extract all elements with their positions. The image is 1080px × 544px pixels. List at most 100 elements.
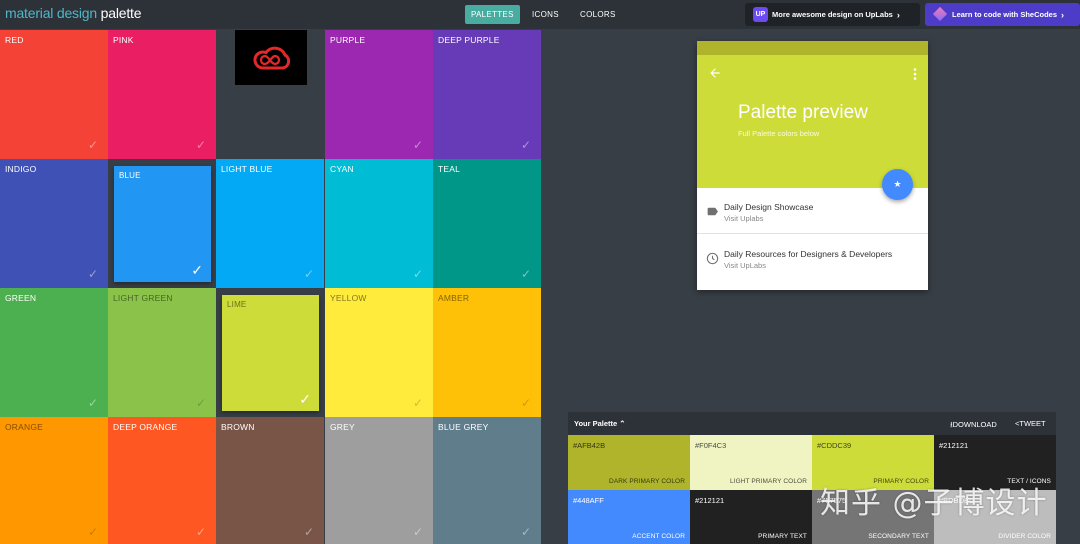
download-button[interactable]: ⭳DOWNLOAD: [950, 419, 997, 432]
shecodes-promo-button[interactable]: Learn to code with SheCodes ›: [925, 3, 1080, 26]
check-icon: ✓: [412, 138, 423, 152]
swatch-role-label: SECONDARY TEXT: [868, 533, 929, 540]
swatch-role-label: LIGHT PRIMARY COLOR: [729, 478, 807, 485]
swatch-role-label: DIVIDER COLOR: [998, 533, 1051, 540]
swatch-role-label: DARK PRIMARY COLOR: [609, 478, 685, 485]
check-icon: ✓: [195, 138, 206, 152]
color-name-label: BLUE GREY: [438, 422, 489, 432]
preview-subtitle: Full Palette colors below: [738, 129, 820, 138]
check-icon: ✓: [87, 525, 98, 539]
tab-colors[interactable]: COLORS: [574, 5, 622, 24]
chevron-right-icon: ›: [896, 9, 900, 20]
color-cell-indigo[interactable]: INDIGO ✓: [0, 159, 108, 288]
swatch-hex-value: #CDDC39: [817, 441, 852, 450]
check-icon: ✓: [520, 396, 531, 410]
color-cell-pink[interactable]: PINK ✓: [108, 30, 216, 159]
color-cell-lime[interactable]: LIME ✓: [216, 288, 324, 417]
color-name-label: DEEP PURPLE: [438, 35, 500, 45]
check-icon: ✓: [520, 525, 531, 539]
color-cell-light-green[interactable]: LIGHT GREEN ✓: [108, 288, 216, 417]
palette-swatch[interactable]: #F0F4C3 LIGHT PRIMARY COLOR: [690, 435, 812, 490]
color-cell-grey[interactable]: GREY ✓: [325, 417, 433, 544]
color-cell-yellow[interactable]: YELLOW ✓: [325, 288, 433, 417]
color-name-label: LIGHT BLUE: [221, 164, 273, 174]
selected-color-card[interactable]: BLUE ✓: [114, 166, 211, 282]
palette-swatch[interactable]: #212121 PRIMARY TEXT: [690, 490, 812, 544]
check-icon: ✓: [191, 262, 203, 278]
color-cell-purple[interactable]: PURPLE ✓: [325, 30, 433, 159]
list-item[interactable]: Daily Design Showcase Visit Uplabs: [697, 188, 928, 234]
color-cell-deep-orange[interactable]: DEEP ORANGE ✓: [108, 417, 216, 544]
more-vert-icon[interactable]: [913, 68, 917, 80]
list-item-subtitle: Visit Uplabs: [724, 214, 764, 223]
palette-preview-card: Palette preview Full Palette colors belo…: [697, 41, 928, 290]
color-cell-blue-grey[interactable]: BLUE GREY ✓: [433, 417, 541, 544]
selected-color-card[interactable]: LIME ✓: [222, 295, 319, 411]
check-icon: ✓: [299, 391, 311, 407]
list-item[interactable]: Daily Resources for Designers & Develope…: [697, 235, 928, 281]
watermark-text: 知乎 @子博设计: [820, 486, 1048, 521]
color-cell-green[interactable]: GREEN ✓: [0, 288, 108, 417]
color-cell-brown[interactable]: BROWN ✓: [216, 417, 324, 544]
arrow-back-icon[interactable]: [708, 66, 722, 80]
preview-status-bar: [697, 41, 928, 55]
preview-title: Palette preview: [738, 102, 868, 123]
color-cell-orange[interactable]: ORANGE ✓: [0, 417, 108, 544]
shecodes-promo-label: Learn to code with SheCodes: [952, 10, 1058, 19]
adobe-ad-cell: [216, 30, 324, 159]
tab-icons[interactable]: ICONS: [526, 5, 565, 24]
color-cell-amber[interactable]: AMBER ✓: [433, 288, 541, 417]
adobe-creative-cloud-icon[interactable]: [235, 30, 307, 85]
swatch-hex-value: #212121: [695, 496, 725, 505]
color-cell-cyan[interactable]: CYAN ✓: [325, 159, 433, 288]
swatch-hex-value: #F0F4C3: [695, 441, 727, 450]
check-icon: ✓: [87, 396, 98, 410]
tweet-button[interactable]: <TWEET: [1015, 419, 1046, 428]
your-palette-toggle[interactable]: Your Palette ⌃: [574, 419, 626, 428]
tab-palettes[interactable]: PALETTES: [465, 5, 520, 24]
color-name-label: PURPLE: [330, 35, 366, 45]
check-icon: ✓: [412, 396, 423, 410]
logo-text-secondary: palette: [100, 5, 142, 21]
color-cell-teal[interactable]: TEAL ✓: [433, 159, 541, 288]
color-cell-red[interactable]: RED ✓: [0, 30, 108, 159]
color-name-label: BROWN: [221, 422, 255, 432]
uplabs-promo-label: More awesome design on UpLabs: [772, 10, 893, 19]
swatch-hex-value: #448AFF: [573, 496, 604, 505]
check-icon: ✓: [412, 267, 423, 281]
palette-swatch[interactable]: #448AFF ACCENT COLOR: [568, 490, 690, 544]
color-cell-light-blue[interactable]: LIGHT BLUE ✓: [216, 159, 324, 288]
color-name-label: AMBER: [438, 293, 470, 303]
swatch-role-label: PRIMARY TEXT: [758, 533, 807, 540]
swatch-role-label: ACCENT COLOR: [632, 533, 685, 540]
color-name-label: BLUE: [119, 171, 141, 180]
uplabs-promo-button[interactable]: UP More awesome design on UpLabs ›: [745, 3, 920, 26]
list-item-title: Daily Resources for Designers & Develope…: [724, 249, 893, 259]
color-name-label: CYAN: [330, 164, 354, 174]
check-icon: ✓: [520, 138, 531, 152]
color-name-label: PINK: [113, 35, 134, 45]
list-item-subtitle: Visit UpLabs: [724, 261, 766, 270]
chevron-right-icon: ›: [1061, 9, 1065, 20]
check-icon: ✓: [87, 267, 98, 281]
color-cell-deep-purple[interactable]: DEEP PURPLE ✓: [433, 30, 541, 159]
top-bar: material design palette PALETTES ICONS C…: [0, 0, 1080, 29]
color-name-label: LIME: [227, 300, 247, 309]
preview-app-bar: Palette preview Full Palette colors belo…: [697, 55, 928, 200]
swatch-hex-value: #AFB42B: [573, 441, 606, 450]
uplabs-logo-icon: UP: [753, 7, 768, 22]
your-palette-header: Your Palette ⌃ ⭳DOWNLOAD <TWEET: [568, 412, 1056, 435]
check-icon: ✓: [195, 525, 206, 539]
check-icon: ✓: [303, 525, 314, 539]
clock-icon: [706, 252, 719, 265]
check-icon: ✓: [303, 267, 314, 281]
color-name-label: DEEP ORANGE: [113, 422, 178, 432]
color-name-label: RED: [5, 35, 24, 45]
logo-text-primary: material design: [5, 5, 97, 21]
color-name-label: GREEN: [5, 293, 37, 303]
color-cell-blue[interactable]: BLUE ✓: [108, 159, 216, 288]
color-name-label: ORANGE: [5, 422, 44, 432]
color-name-label: GREY: [330, 422, 355, 432]
app-logo[interactable]: material design palette: [5, 5, 141, 21]
palette-swatch[interactable]: #AFB42B DARK PRIMARY COLOR: [568, 435, 690, 490]
